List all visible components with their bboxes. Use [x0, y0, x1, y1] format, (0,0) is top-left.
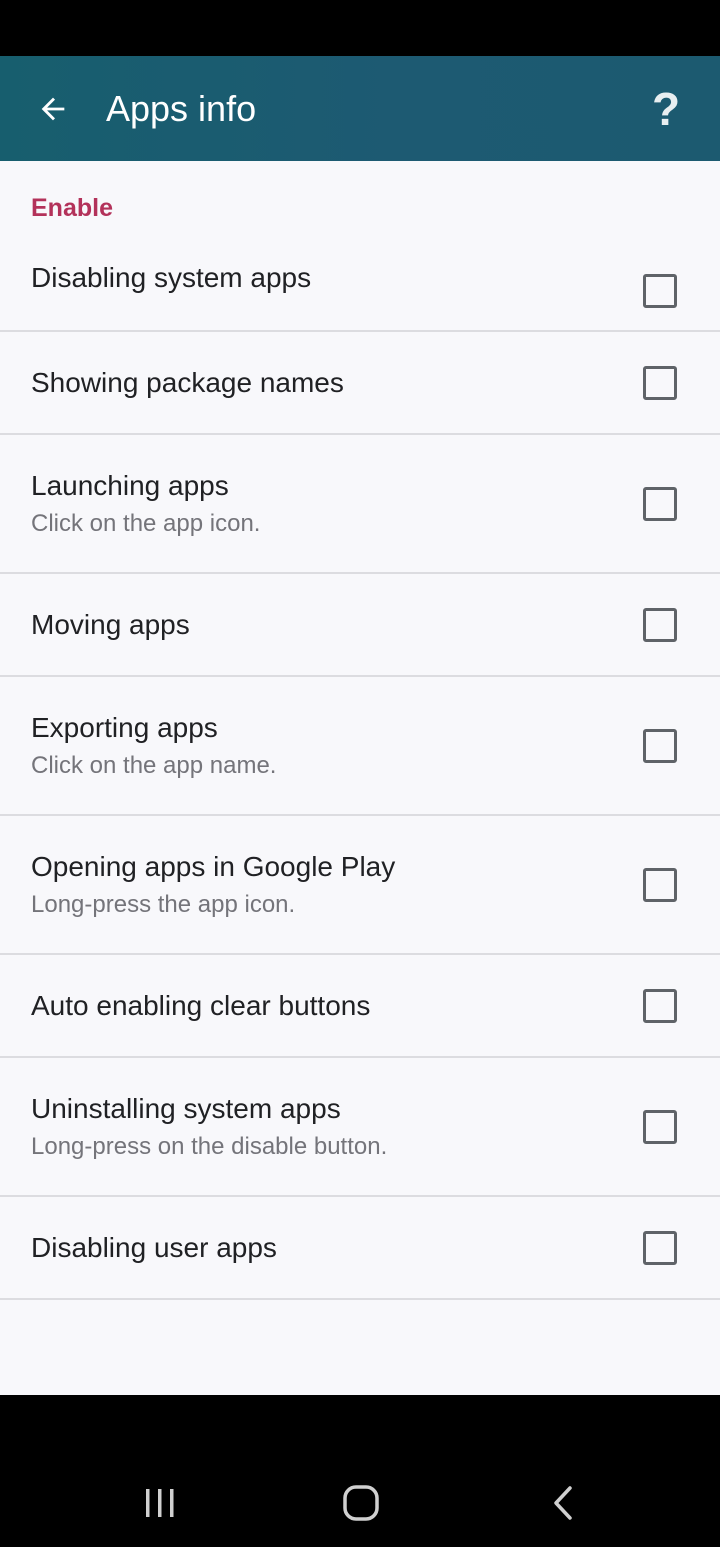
help-icon: ? — [651, 83, 681, 135]
pref-title: Opening apps in Google Play — [31, 850, 396, 882]
checkbox-showing-package-names[interactable] — [643, 365, 677, 400]
nav-back-button[interactable] — [523, 1470, 603, 1536]
screen: Apps info ? Enable Disabling system apps… — [0, 0, 720, 1547]
checkbox-auto-enabling-clear-buttons[interactable] — [643, 988, 677, 1023]
recents-icon — [146, 1489, 174, 1517]
pref-title: Disabling system apps — [31, 262, 312, 293]
section-header-enable: Enable — [31, 194, 113, 222]
pref-uninstalling-system-apps[interactable]: Uninstalling system apps Long-press on t… — [0, 1058, 720, 1197]
pref-title: Disabling user apps — [31, 1231, 277, 1263]
pref-title: Moving apps — [31, 608, 190, 640]
checkbox-launching-apps[interactable] — [643, 486, 677, 521]
home-icon — [343, 1485, 379, 1521]
pref-showing-package-names[interactable]: Showing package names — [0, 332, 720, 435]
app-bar: Apps info ? — [0, 56, 720, 161]
pref-title: Launching apps — [31, 469, 229, 501]
status-bar — [0, 0, 720, 56]
checkbox-moving-apps[interactable] — [643, 607, 677, 642]
pref-summary: Long-press the app icon. — [31, 890, 296, 918]
pref-disabling-system-apps[interactable]: Disabling system apps — [0, 228, 720, 332]
preference-list: Disabling system apps Showing package na… — [0, 228, 720, 1300]
checkbox-uninstalling-system-apps[interactable] — [643, 1109, 677, 1144]
pref-title: Uninstalling system apps — [31, 1092, 341, 1124]
pref-launching-apps[interactable]: Launching apps Click on the app icon. — [0, 435, 720, 574]
checkbox-opening-apps-google-play[interactable] — [643, 867, 677, 902]
pref-exporting-apps[interactable]: Exporting apps Click on the app name. — [0, 677, 720, 816]
back-chevron-icon — [554, 1486, 572, 1520]
checkbox-disabling-user-apps[interactable] — [643, 1230, 677, 1265]
pref-title: Auto enabling clear buttons — [31, 989, 371, 1021]
pref-disabling-user-apps[interactable]: Disabling user apps — [0, 1197, 720, 1300]
checkbox-disabling-system-apps[interactable] — [643, 274, 677, 308]
back-button[interactable] — [26, 82, 80, 136]
pref-title: Exporting apps — [31, 711, 218, 743]
settings-content: Enable Disabling system apps Showing pac… — [0, 161, 720, 1395]
checkbox-exporting-apps[interactable] — [643, 728, 677, 763]
pref-summary: Click on the app icon. — [31, 509, 261, 537]
pref-opening-apps-google-play[interactable]: Opening apps in Google Play Long-press t… — [0, 816, 720, 955]
help-button[interactable]: ? — [640, 80, 692, 138]
pref-summary: Long-press on the disable button. — [31, 1132, 388, 1160]
arrow-left-icon — [41, 97, 65, 121]
pref-title: Showing package names — [31, 366, 344, 398]
pref-auto-enabling-clear-buttons[interactable]: Auto enabling clear buttons — [0, 955, 720, 1058]
page-title: Apps info — [106, 88, 257, 129]
nav-home-button[interactable] — [321, 1470, 401, 1536]
nav-recents-button[interactable] — [120, 1470, 200, 1536]
pref-moving-apps[interactable]: Moving apps — [0, 574, 720, 677]
pref-summary: Click on the app name. — [31, 751, 277, 779]
